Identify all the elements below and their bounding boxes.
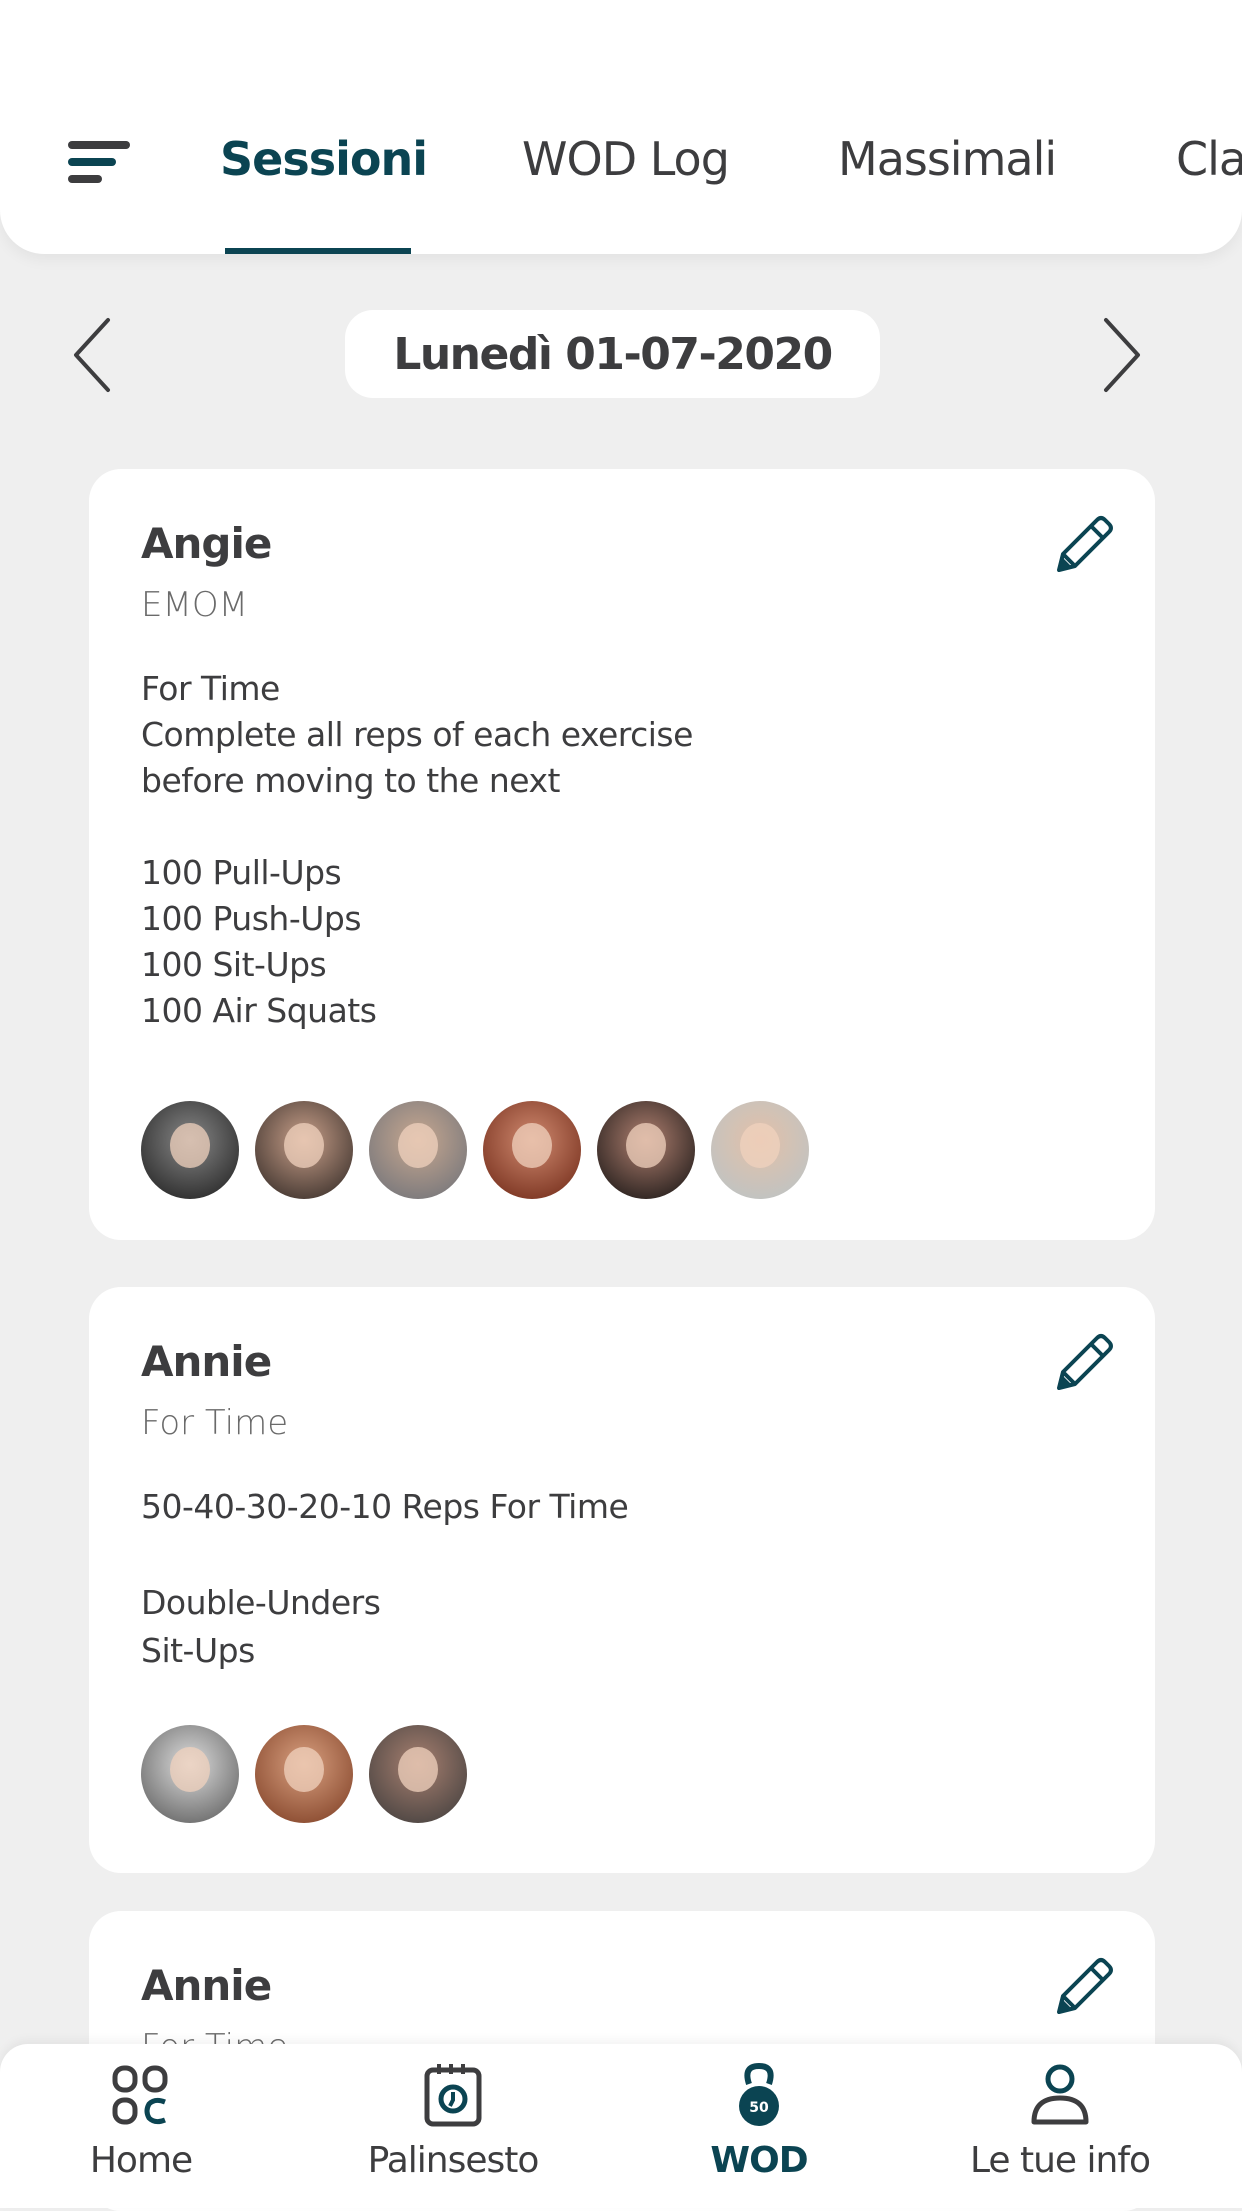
wod-line: For Time <box>141 669 280 708</box>
avatar[interactable] <box>369 1725 467 1823</box>
nav-home[interactable]: Home <box>0 2044 291 2208</box>
wod-title: Annie <box>141 1337 272 1386</box>
edit-pencil-icon[interactable] <box>1053 1954 1117 2018</box>
grid-icon <box>112 2065 168 2125</box>
calendar-clock-icon <box>424 2064 482 2127</box>
edit-pencil-icon[interactable] <box>1053 512 1117 576</box>
avatar[interactable] <box>255 1101 353 1199</box>
wod-type: For Time <box>141 1403 289 1443</box>
nav-label: Palinsesto <box>367 2140 540 2181</box>
wod-exercise: 100 Push-Ups <box>141 899 362 938</box>
wod-type: EMOM <box>141 585 248 625</box>
avatar[interactable] <box>597 1101 695 1199</box>
wod-line: before moving to the next <box>141 761 560 800</box>
wod-exercise: 100 Sit-Ups <box>141 945 327 984</box>
tab-massimali[interactable]: Massimali <box>838 132 1057 186</box>
nav-label: Home <box>89 2140 193 2181</box>
wod-exercise: Double-Unders <box>141 1583 381 1622</box>
wod-exercise: Sit-Ups <box>141 1631 255 1670</box>
tab-classifica[interactable]: Cla <box>1176 132 1242 186</box>
edit-pencil-icon[interactable] <box>1053 1330 1117 1394</box>
user-icon <box>1031 2064 1089 2125</box>
wod-title: Angie <box>141 519 272 568</box>
tab-sessioni[interactable]: Sessioni <box>220 132 428 186</box>
wod-title: Annie <box>141 1961 272 2010</box>
avatar[interactable] <box>711 1101 809 1199</box>
wod-line: Complete all reps of each exercise <box>141 715 693 754</box>
wod-line: 50-40-30-20-10 Reps For Time <box>141 1487 629 1526</box>
wod-card[interactable]: Angie EMOM For Time Complete all reps of… <box>89 469 1155 1240</box>
wod-exercise: 100 Pull-Ups <box>141 853 342 892</box>
date-label: Lunedì 01-07-2020 <box>345 310 880 398</box>
hamburger-icon[interactable] <box>68 141 130 183</box>
avatar[interactable] <box>255 1725 353 1823</box>
avatar[interactable] <box>369 1101 467 1199</box>
wod-card[interactable]: Annie For Time 50-40-30-20-10 Reps For T… <box>89 1287 1155 1873</box>
bottom-nav: Home Palinsesto 50 WOD Le tue info <box>0 2044 1242 2208</box>
active-tab-indicator <box>225 248 411 254</box>
wod-exercise: 100 Air Squats <box>141 991 377 1030</box>
participants <box>141 1725 467 1823</box>
top-tab-bar: Sessioni WOD Log Massimali Cla <box>0 0 1242 254</box>
chevron-left-icon[interactable] <box>70 316 114 394</box>
chevron-right-icon[interactable] <box>1100 316 1144 394</box>
kettlebell-icon: 50 <box>739 2062 779 2126</box>
nav-label: WOD <box>710 2140 808 2181</box>
nav-wod[interactable]: 50 WOD <box>609 2044 909 2208</box>
svg-text:50: 50 <box>749 2100 769 2116</box>
avatar[interactable] <box>141 1725 239 1823</box>
avatar[interactable] <box>483 1101 581 1199</box>
participants <box>141 1101 809 1199</box>
nav-le-tue-info[interactable]: Le tue info <box>910 2044 1210 2208</box>
nav-label: Le tue info <box>969 2140 1151 2181</box>
avatar[interactable] <box>141 1101 239 1199</box>
tab-wod-log[interactable]: WOD Log <box>522 132 730 186</box>
nav-palinsesto[interactable]: Palinsesto <box>303 2044 603 2208</box>
